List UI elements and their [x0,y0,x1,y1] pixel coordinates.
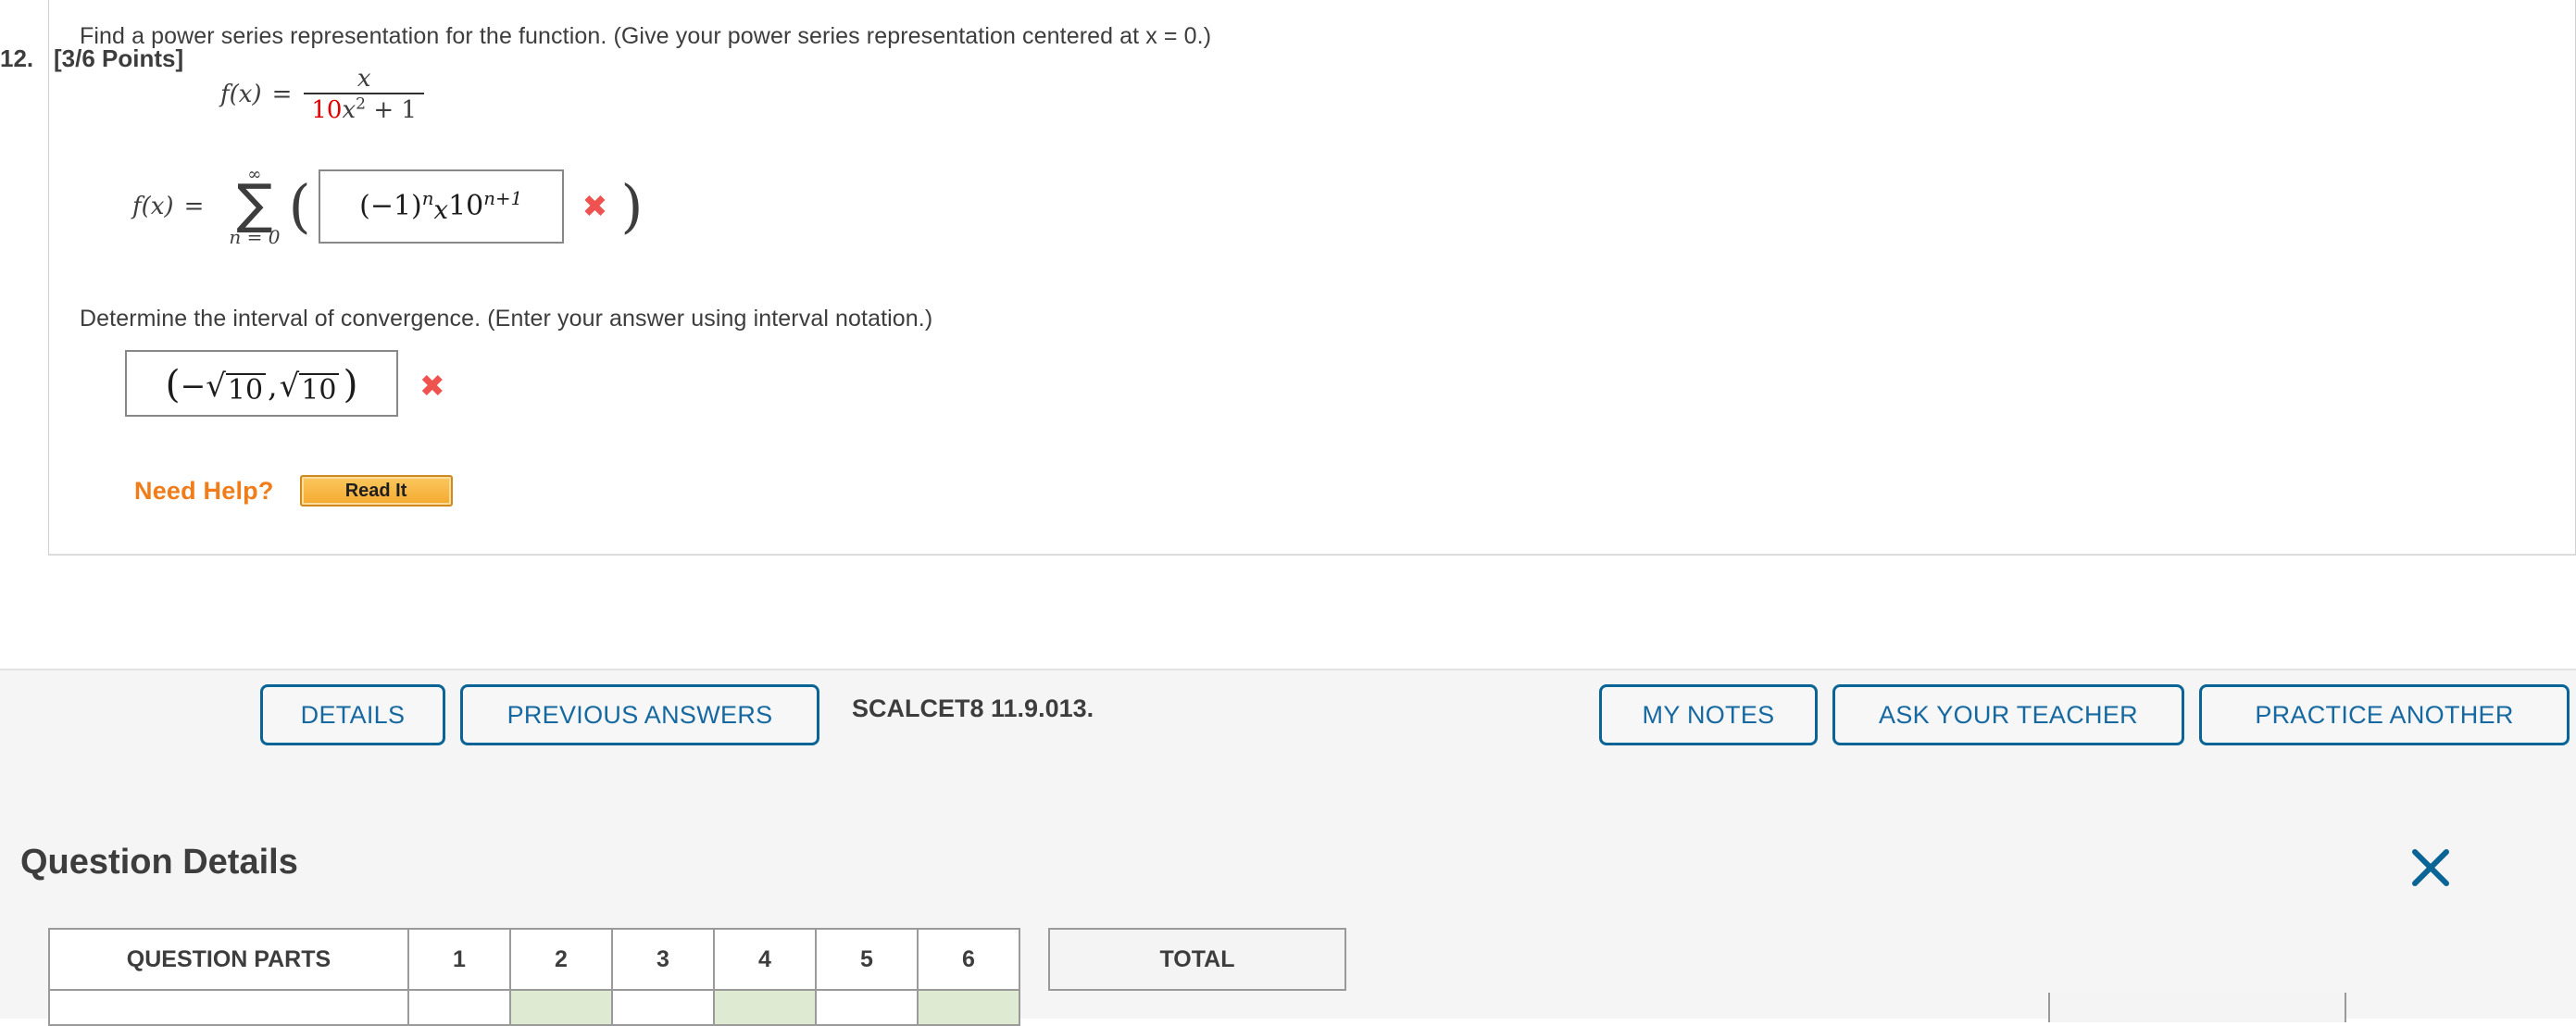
part-header-4: 4 [713,928,817,991]
details-button[interactable]: DETAILS [260,684,445,745]
denominator-tail: + 1 [366,96,417,124]
part-status-6 [917,989,1020,1026]
fraction: x 10x2 + 1 [304,67,424,122]
question-code: SCALCET8 11.9.013. [852,694,1094,722]
need-help-label: Need Help? [134,476,274,505]
part-status-2 [509,989,613,1026]
previous-answers-button[interactable]: PREVIOUS ANSWERS [460,684,819,745]
summation-operator: ∞ ∑ n = 0 [229,167,280,246]
part-header-1: 1 [407,928,511,991]
equals-sign: = [271,81,293,108]
question-details-title: Question Details [20,843,298,882]
question-prompt-power-series: Find a power series representation for t… [80,23,1212,49]
part-status-4 [713,989,817,1026]
my-notes-button[interactable]: MY NOTES [1599,684,1818,745]
denominator-coefficient: 10 [311,96,343,124]
series-incorrect-icon: ✖ [581,188,608,225]
series-close-paren: ) [620,172,644,241]
question-points: [3/6 Points] [54,44,184,72]
table-header-row: QUESTION PARTS 1 2 3 4 5 6 [48,928,1020,991]
denominator-exponent: 2 [356,94,367,114]
interval-answer-input[interactable]: (− √ 10, √ 10) [125,350,398,417]
part-header-5: 5 [815,928,919,991]
total-value-cell [2048,993,2346,1022]
ask-your-teacher-button[interactable]: ASK YOUR TEACHER [1832,684,2184,745]
question-card: Find a power series representation for t… [48,0,2576,556]
practice-another-button[interactable]: PRACTICE ANOTHER [2199,684,2570,745]
question-parts-table: QUESTION PARTS 1 2 3 4 5 6 [48,928,1020,1026]
series-function-label: f(x) [132,192,174,220]
function-label: f(x) [220,81,262,108]
question-prompt-interval: Determine the interval of convergence. (… [80,306,933,332]
function-definition: f(x) = x 10x2 + 1 [220,67,424,122]
part-status-5 [815,989,919,1026]
summation-lower-limit: n = 0 [229,225,281,248]
total-header-cell: TOTAL [1048,928,1346,991]
interval-incorrect-icon: ✖ [419,368,445,404]
question-number: 12. [0,44,34,72]
series-open-paren: ( [288,172,311,241]
part-status-label-cell [48,989,409,1026]
part-status-1 [407,989,511,1026]
question-parts-table-wrap: QUESTION PARTS 1 2 3 4 5 6 TOTAL [48,928,2346,1026]
need-help-row: Need Help? Read It [134,475,453,507]
part-header-6: 6 [917,928,1020,991]
part-status-3 [611,989,715,1026]
sigma-icon: ∑ [236,172,273,235]
series-answer-value: (−1)nx10n+1 [359,188,523,226]
series-answer-input[interactable]: (−1)nx10n+1 [318,169,564,244]
series-answer-row: f(x) = ∞ ∑ n = 0 ( (−1)nx10n+1 ✖ ) [132,167,644,246]
read-it-button[interactable]: Read It [299,475,453,507]
fraction-denominator: 10x2 + 1 [304,94,424,122]
series-equals-sign: = [183,192,205,220]
interval-answer-value: (− √ 10, √ 10) [165,362,358,407]
part-header-3: 3 [611,928,715,991]
denominator-variable: x [342,96,356,124]
close-icon[interactable] [2408,845,2453,890]
part-header-2: 2 [509,928,613,991]
table-row [48,989,1020,1026]
fraction-numerator: x [356,65,371,93]
question-parts-label: QUESTION PARTS [48,928,409,991]
